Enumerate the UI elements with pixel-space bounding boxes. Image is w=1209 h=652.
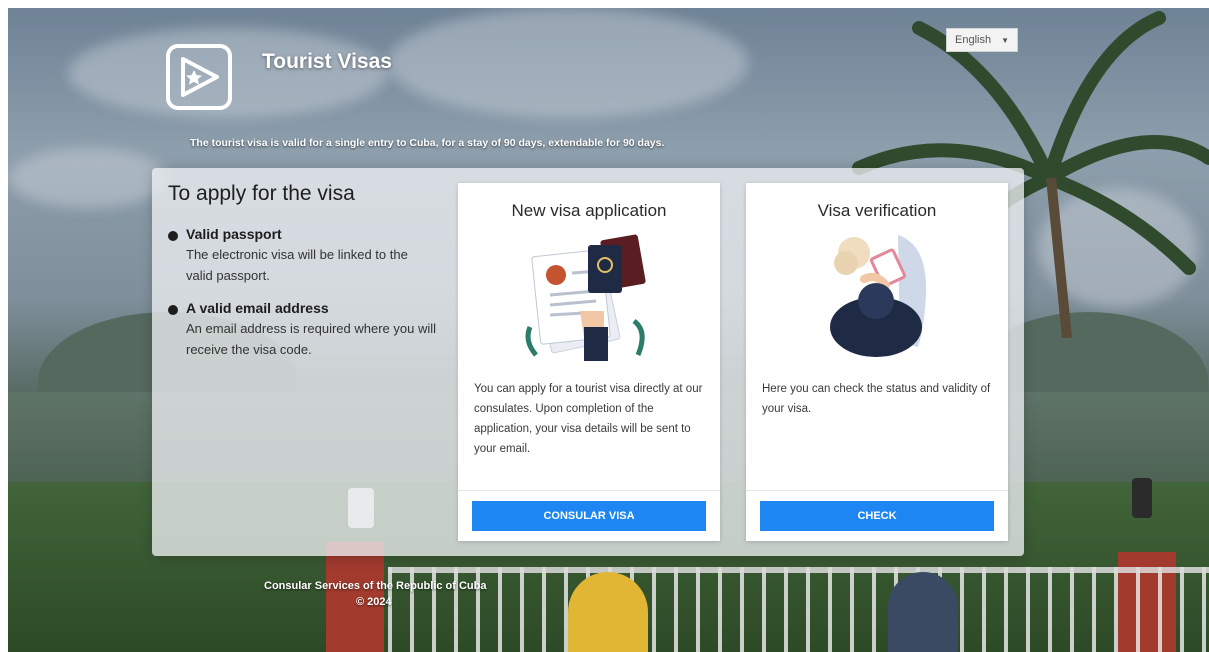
card-title: Visa verification [817,201,937,220]
cloud [8,148,168,208]
card-divider [746,490,1008,491]
language-selector[interactable]: English ▼ [946,28,1018,52]
requirement-item: A valid email address An email address i… [168,300,438,360]
footer: Consular Services of the Republic of Cub… [264,580,487,608]
requirement-title: Valid passport [186,226,282,242]
app-title: Tourist Visas [262,50,392,73]
card-title: New visa application [511,201,667,220]
requirement-title: A valid email address [186,300,329,316]
lamp-icon [1132,478,1152,518]
visa-verification-card: Visa verification Here you can check the… [746,183,1008,541]
language-label: English [955,34,992,46]
cloud [388,8,748,118]
bullet-icon [168,305,178,315]
star-play-logo-icon [181,57,219,97]
requirement-item: Valid passport The electronic visa will … [168,226,438,286]
card-divider [458,490,720,491]
requirements-section: To apply for the visa Valid passport The… [168,182,438,374]
requirements-heading: To apply for the visa [168,182,355,205]
person [568,572,648,652]
card-description: You can apply for a tourist visa directl… [474,383,703,455]
railing [388,567,1209,652]
check-button[interactable]: CHECK [760,501,994,531]
new-visa-card: New visa application You can apply for a… [458,183,720,541]
intro-text: The tourist visa is valid for a single e… [190,137,665,149]
app-logo [166,44,232,110]
footer-copyright: © 2024 [356,596,392,608]
requirement-description: The electronic visa will be linked to th… [186,247,408,283]
consular-visa-button[interactable]: CONSULAR VISA [472,501,706,531]
bullet-icon [168,231,178,241]
person [888,572,958,652]
visa-verification-icon [830,235,927,357]
card-description: Here you can check the status and validi… [762,383,991,415]
requirement-description: An email address is required where you w… [186,321,437,357]
passport-application-icon [525,234,646,361]
footer-organization: Consular Services of the Republic of Cub… [264,580,487,592]
chevron-down-icon: ▼ [1001,35,1009,45]
